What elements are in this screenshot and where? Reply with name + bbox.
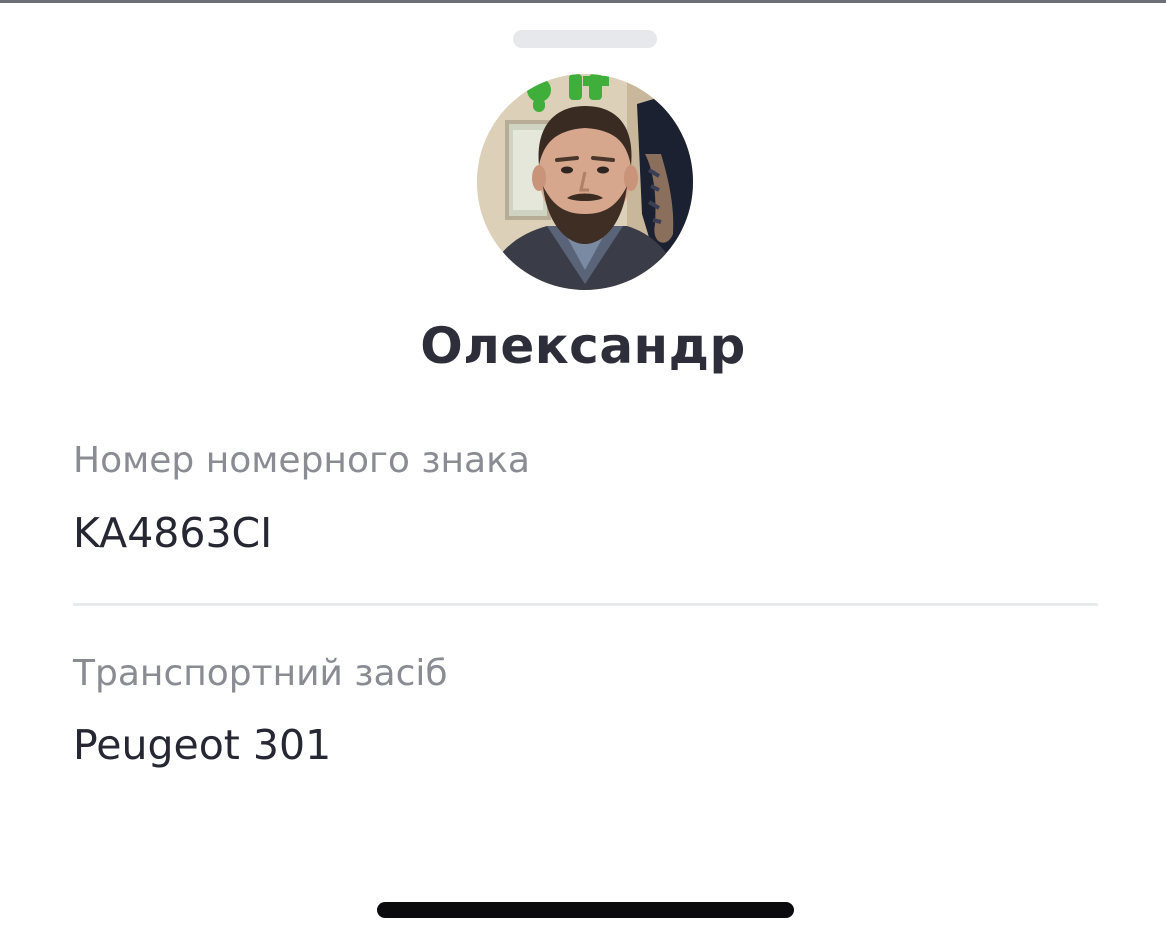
avatar-photo: [477, 74, 693, 290]
home-indicator[interactable]: [377, 902, 794, 918]
sheet-drag-handle[interactable]: [513, 30, 657, 48]
driver-name: Олександр: [420, 317, 746, 375]
vehicle-value: Peugeot 301: [73, 721, 332, 769]
vehicle-label: Транспортний засіб: [73, 653, 448, 694]
plate-number-label: Номер номерного знака: [73, 440, 530, 481]
plate-number-value: KA4863CI: [73, 509, 273, 557]
field-divider: [73, 603, 1098, 606]
sheet-top-edge: [0, 0, 1166, 3]
driver-avatar: [477, 74, 693, 290]
